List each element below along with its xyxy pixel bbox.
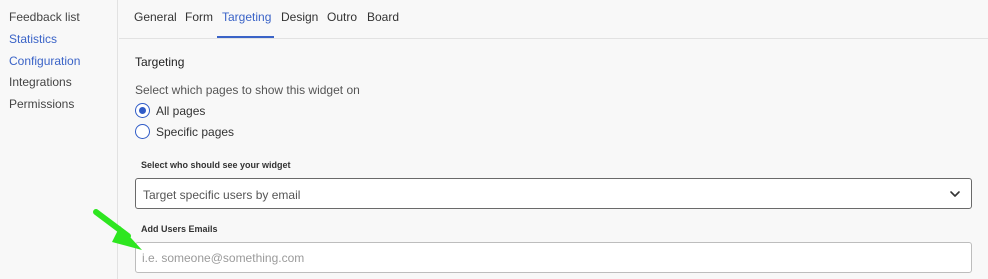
sidebar-item-integrations[interactable]: Integrations xyxy=(9,75,72,89)
radio-dot xyxy=(138,106,146,114)
radio-button-checked[interactable] xyxy=(135,103,150,118)
sidebar: Feedback list Statistics Configuration I… xyxy=(0,0,118,279)
audience-select-value: Target specific users by email xyxy=(143,188,301,202)
section-title: Targeting xyxy=(135,55,185,69)
tab-general[interactable]: General xyxy=(134,10,177,24)
sidebar-item-permissions[interactable]: Permissions xyxy=(9,97,74,111)
pages-question-label: Select which pages to show this widget o… xyxy=(135,83,360,97)
sidebar-item-feedback-list[interactable]: Feedback list xyxy=(9,10,80,24)
sidebar-item-statistics[interactable]: Statistics xyxy=(9,32,57,46)
tab-outro[interactable]: Outro xyxy=(327,10,357,24)
radio-button-unchecked[interactable] xyxy=(135,124,150,139)
radio-label-specific-pages[interactable]: Specific pages xyxy=(156,125,234,139)
tab-design[interactable]: Design xyxy=(281,10,318,24)
main-panel: General Form Targeting Design Outro Boar… xyxy=(119,0,988,279)
tab-form[interactable]: Form xyxy=(185,10,213,24)
emails-label: Add Users Emails xyxy=(141,224,218,234)
sidebar-item-configuration[interactable]: Configuration xyxy=(9,54,80,68)
audience-select[interactable]: Target specific users by email xyxy=(135,178,972,209)
audience-label: Select who should see your widget xyxy=(141,160,291,170)
tab-bar: General Form Targeting Design Outro Boar… xyxy=(119,0,988,39)
tab-board[interactable]: Board xyxy=(367,10,399,24)
chevron-down-icon xyxy=(950,191,960,197)
emails-input[interactable] xyxy=(135,242,972,273)
radio-label-all-pages[interactable]: All pages xyxy=(156,104,205,118)
tab-targeting[interactable]: Targeting xyxy=(222,10,271,24)
active-tab-indicator xyxy=(217,36,274,38)
